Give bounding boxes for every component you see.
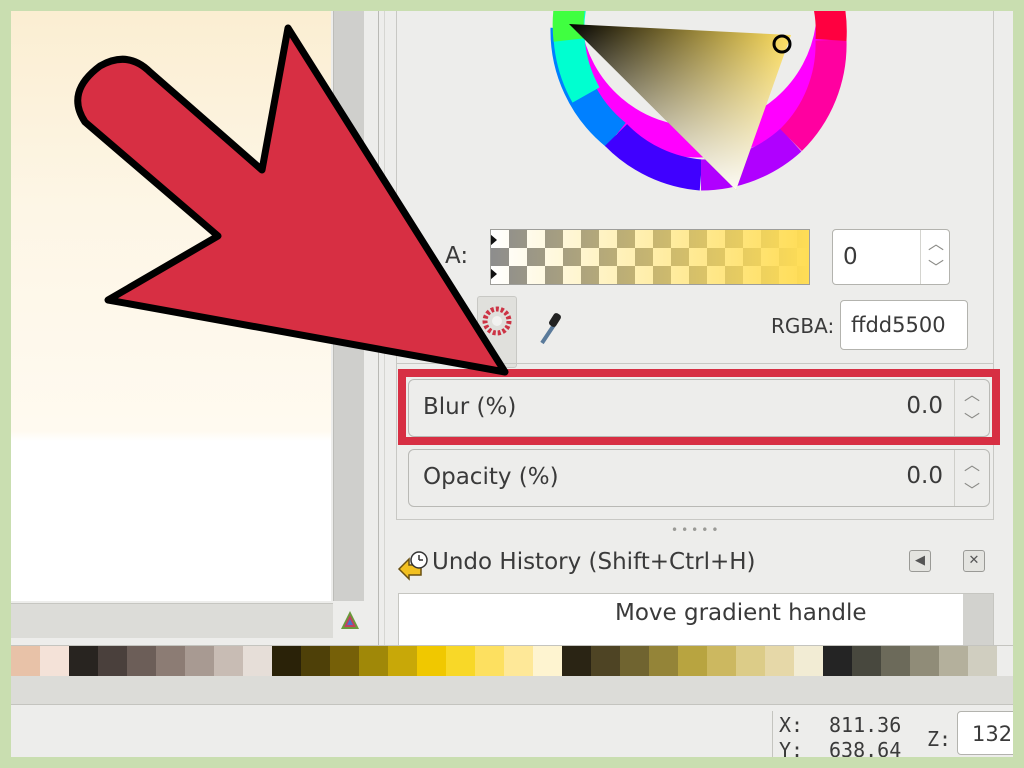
annotation-arrow — [74, 24, 509, 376]
